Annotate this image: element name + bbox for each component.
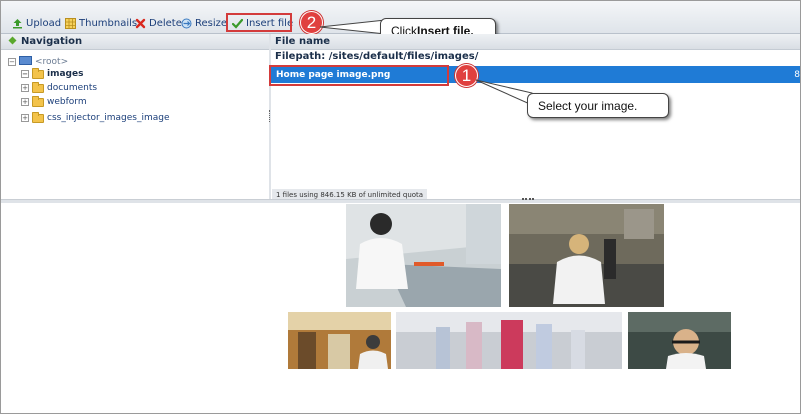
- delete-icon: [135, 18, 146, 29]
- file-name-column-header[interactable]: File name: [271, 34, 800, 50]
- resize-button[interactable]: Resize: [181, 15, 227, 31]
- root-icon: [19, 56, 32, 68]
- preview-photo-scientist-microscope: [509, 204, 664, 307]
- upload-icon: [12, 18, 23, 29]
- collapse-icon: −: [8, 58, 16, 66]
- filepath-label: Filepath: /sites/default/files/images/: [275, 51, 479, 62]
- step-1-pointer: [475, 79, 533, 106]
- navigation-icon: [8, 36, 17, 48]
- upload-button[interactable]: Upload: [12, 15, 61, 31]
- expand-icon: +: [21, 114, 29, 122]
- thumbnails-icon: [65, 17, 76, 29]
- preview-photo-lab-shelves: [288, 312, 391, 369]
- splitter-grip[interactable]: [522, 198, 534, 202]
- tree-folder-images[interactable]: − images: [21, 67, 83, 80]
- tree-folder-webform[interactable]: + webform: [21, 95, 87, 108]
- expand-icon: +: [21, 98, 29, 106]
- preview-photo-scientist-goggles: [628, 312, 731, 369]
- file-size: 8: [794, 69, 800, 80]
- horizontal-splitter[interactable]: [1, 199, 800, 203]
- splitter-grip[interactable]: [269, 110, 272, 122]
- thumbnails-button[interactable]: Thumbnails: [65, 15, 137, 31]
- collapse-icon: −: [21, 70, 29, 78]
- expand-icon: +: [21, 84, 29, 92]
- folder-icon: [32, 95, 44, 107]
- insert-file-highlight: [226, 13, 292, 32]
- folder-icon: [32, 111, 44, 123]
- selected-file-highlight: [269, 65, 449, 86]
- tree-folder-documents[interactable]: + documents: [21, 81, 97, 94]
- preview-photo-test-tubes: [396, 312, 622, 369]
- tree-root[interactable]: − <root>: [8, 56, 68, 68]
- step-1-callout: Select your image.: [527, 93, 669, 118]
- tree-folder-css-injector[interactable]: + css_injector_images_image: [21, 111, 170, 124]
- folder-icon: [32, 81, 44, 93]
- preview-photo-scientist-pipette: [346, 204, 501, 307]
- folder-icon: [32, 67, 44, 79]
- navigation-header: Navigation: [1, 34, 269, 50]
- delete-button[interactable]: Delete: [135, 15, 182, 31]
- resize-icon: [181, 18, 192, 29]
